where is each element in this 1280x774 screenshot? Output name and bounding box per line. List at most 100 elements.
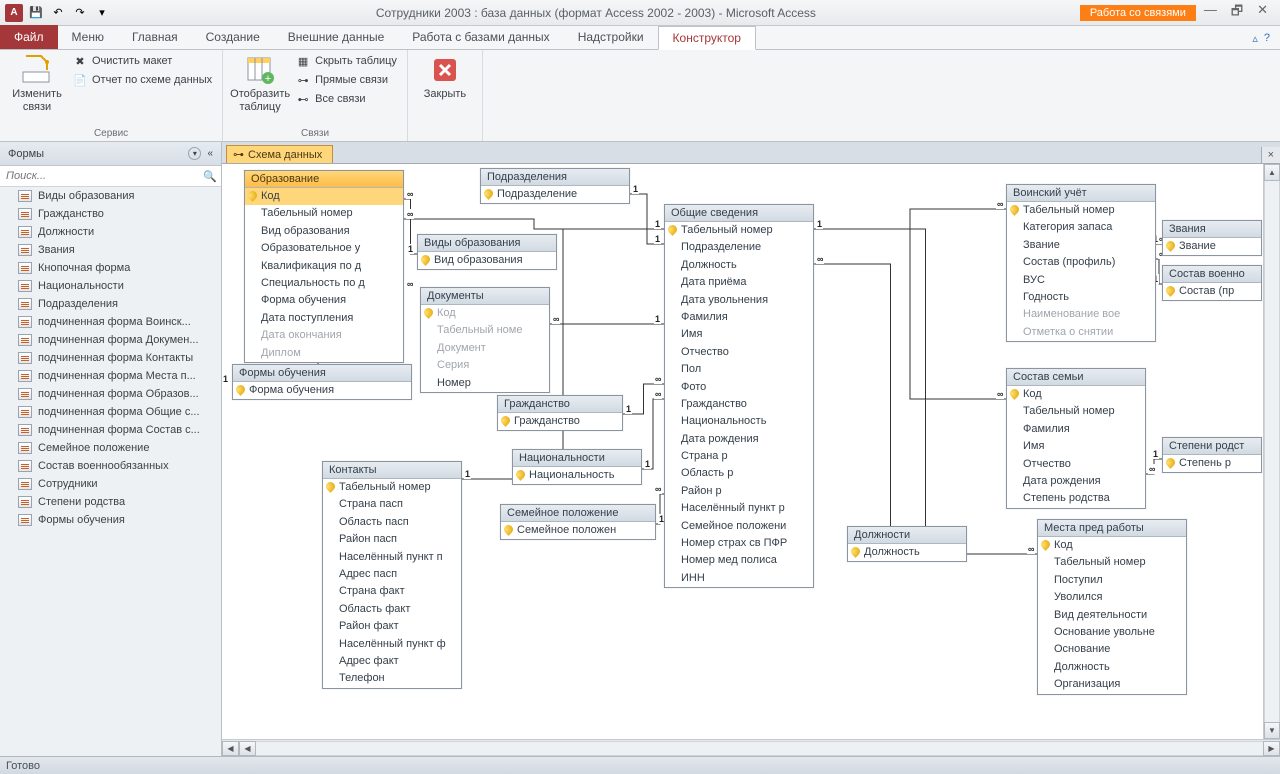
table-field[interactable]: Подразделение: [481, 186, 629, 203]
tab-file[interactable]: Файл: [0, 25, 58, 49]
scroll-down-button[interactable]: ▼: [1264, 722, 1280, 739]
table-field[interactable]: Дата поступления: [245, 310, 403, 327]
clear-layout-button[interactable]: ✖Очистить макет: [70, 52, 214, 70]
table-field[interactable]: Гражданство: [498, 413, 622, 430]
table-header[interactable]: Подразделения: [481, 169, 629, 186]
table-field[interactable]: Годность: [1007, 289, 1155, 306]
close-button[interactable]: Закрыть: [416, 52, 474, 103]
table-header[interactable]: Гражданство: [498, 396, 622, 413]
table-header[interactable]: Общие сведения: [665, 205, 813, 222]
table-field[interactable]: Населённый пункт р: [665, 500, 813, 517]
nav-item[interactable]: Звания: [0, 241, 221, 259]
table-dokumenty[interactable]: ДокументыКодТабельный номеДокументСерияН…: [420, 287, 550, 393]
nav-item[interactable]: Должности: [0, 223, 221, 241]
table-header[interactable]: Контакты: [323, 462, 461, 479]
nav-item[interactable]: Степени родства: [0, 493, 221, 511]
table-field[interactable]: Фамилия: [1007, 421, 1145, 438]
table-grazh[interactable]: ГражданствоГражданство: [497, 395, 623, 431]
table-field[interactable]: Табельный номер: [245, 205, 403, 222]
table-header[interactable]: Национальности: [513, 450, 641, 467]
table-field[interactable]: Номер страх св ПФР: [665, 535, 813, 552]
table-field[interactable]: Пол: [665, 361, 813, 378]
table-field[interactable]: Должность: [665, 257, 813, 274]
table-field[interactable]: Звание: [1163, 238, 1261, 255]
table-field[interactable]: Специальность по д: [245, 275, 403, 292]
table-mesta[interactable]: Места пред работыКодТабельный номерПосту…: [1037, 519, 1187, 695]
table-field[interactable]: Отметка о снятии: [1007, 324, 1155, 341]
help-button[interactable]: ?: [1264, 32, 1270, 45]
nav-item[interactable]: подчиненная форма Докумен...: [0, 331, 221, 349]
table-stepeni[interactable]: Степени родстСтепень р: [1162, 437, 1262, 473]
nav-item[interactable]: Семейное положение: [0, 439, 221, 457]
table-field[interactable]: Фото: [665, 379, 813, 396]
direct-relations-button[interactable]: ⊶Прямые связи: [293, 71, 399, 89]
table-field[interactable]: Код: [1038, 537, 1186, 554]
table-field[interactable]: ВУС: [1007, 272, 1155, 289]
table-field[interactable]: Дата увольнения: [665, 292, 813, 309]
table-field[interactable]: ИНН: [665, 570, 813, 587]
table-field[interactable]: Вид образования: [418, 252, 556, 269]
table-field[interactable]: Отчество: [665, 344, 813, 361]
tab-create[interactable]: Создание: [192, 25, 274, 49]
nav-item[interactable]: Виды образования: [0, 187, 221, 205]
nav-item[interactable]: Национальности: [0, 277, 221, 295]
table-field[interactable]: Адрес пасп: [323, 566, 461, 583]
hide-table-button[interactable]: ▦Скрыть таблицу: [293, 52, 399, 70]
table-field[interactable]: Табельный номер: [1007, 202, 1155, 219]
table-field[interactable]: Имя: [1007, 438, 1145, 455]
table-obrazovanie[interactable]: ОбразованиеКодТабельный номерВид образов…: [244, 170, 404, 363]
table-sostav_v[interactable]: Состав военноСостав (пр: [1162, 265, 1262, 301]
table-field[interactable]: Основание: [1038, 641, 1186, 658]
table-header[interactable]: Семейное положение: [501, 505, 655, 522]
scroll-up-button[interactable]: ▲: [1264, 164, 1280, 181]
table-field[interactable]: Дата приёма: [665, 274, 813, 291]
tab-addins[interactable]: Надстройки: [564, 25, 658, 49]
scroll-left2-button[interactable]: ◀: [239, 741, 256, 756]
table-field[interactable]: Состав (профиль): [1007, 254, 1155, 271]
table-field[interactable]: Дата рождения: [1007, 473, 1145, 490]
table-field[interactable]: Вид деятельности: [1038, 607, 1186, 624]
table-field[interactable]: Номер мед полиса: [665, 552, 813, 569]
table-field[interactable]: Категория запаса: [1007, 219, 1155, 236]
minimize-button[interactable]: ―: [1204, 2, 1217, 24]
table-sempos[interactable]: Семейное положениеСемейное положен: [500, 504, 656, 540]
nav-item[interactable]: Состав военнообязанных: [0, 457, 221, 475]
table-field[interactable]: Код: [245, 188, 403, 205]
table-header[interactable]: Формы обучения: [233, 365, 411, 382]
scroll-left-button[interactable]: ◀: [222, 741, 239, 756]
table-field[interactable]: Должность: [1038, 659, 1186, 676]
nav-item[interactable]: подчиненная форма Образов...: [0, 385, 221, 403]
table-field[interactable]: Табельный номер: [665, 222, 813, 239]
tab-db-tools[interactable]: Работа с базами данных: [398, 25, 563, 49]
relationship-report-button[interactable]: 📄Отчет по схеме данных: [70, 71, 214, 89]
table-field[interactable]: Степень родства: [1007, 490, 1145, 507]
table-header[interactable]: Виды образования: [418, 235, 556, 252]
tab-external-data[interactable]: Внешние данные: [274, 25, 399, 49]
table-podrazd[interactable]: ПодразделенияПодразделение: [480, 168, 630, 204]
nav-dropdown-icon[interactable]: ▾: [188, 147, 201, 160]
table-header[interactable]: Звания: [1163, 221, 1261, 238]
tab-menu[interactable]: Меню: [58, 25, 118, 49]
nav-item[interactable]: Формы обучения: [0, 511, 221, 529]
table-header[interactable]: Документы: [421, 288, 549, 305]
search-icon[interactable]: 🔍: [203, 170, 217, 183]
table-field[interactable]: Страна пасп: [323, 496, 461, 513]
table-field[interactable]: Адрес факт: [323, 653, 461, 670]
horizontal-scrollbar[interactable]: ◀ ◀ ▶: [222, 739, 1280, 756]
table-field[interactable]: Гражданство: [665, 396, 813, 413]
table-kontakty[interactable]: КонтактыТабельный номерСтрана паспОбласт…: [322, 461, 462, 689]
table-obshie[interactable]: Общие сведенияТабельный номерПодразделен…: [664, 204, 814, 588]
nav-item[interactable]: Гражданство: [0, 205, 221, 223]
doc-tab-schema[interactable]: ⊶ Схема данных: [226, 145, 333, 163]
table-header[interactable]: Состав семьи: [1007, 369, 1145, 386]
show-table-button[interactable]: + Отобразить таблицу: [231, 52, 289, 115]
table-field[interactable]: Основание увольне: [1038, 624, 1186, 641]
table-field[interactable]: Дата рождения: [665, 431, 813, 448]
table-field[interactable]: Код: [1007, 386, 1145, 403]
restore-button[interactable]: 🗗: [1231, 2, 1243, 24]
table-field[interactable]: Номер: [421, 375, 549, 392]
all-relations-button[interactable]: ⊷Все связи: [293, 90, 399, 108]
table-field[interactable]: Организация: [1038, 676, 1186, 693]
table-field[interactable]: Район пасп: [323, 531, 461, 548]
scroll-track-v[interactable]: [1264, 181, 1280, 722]
